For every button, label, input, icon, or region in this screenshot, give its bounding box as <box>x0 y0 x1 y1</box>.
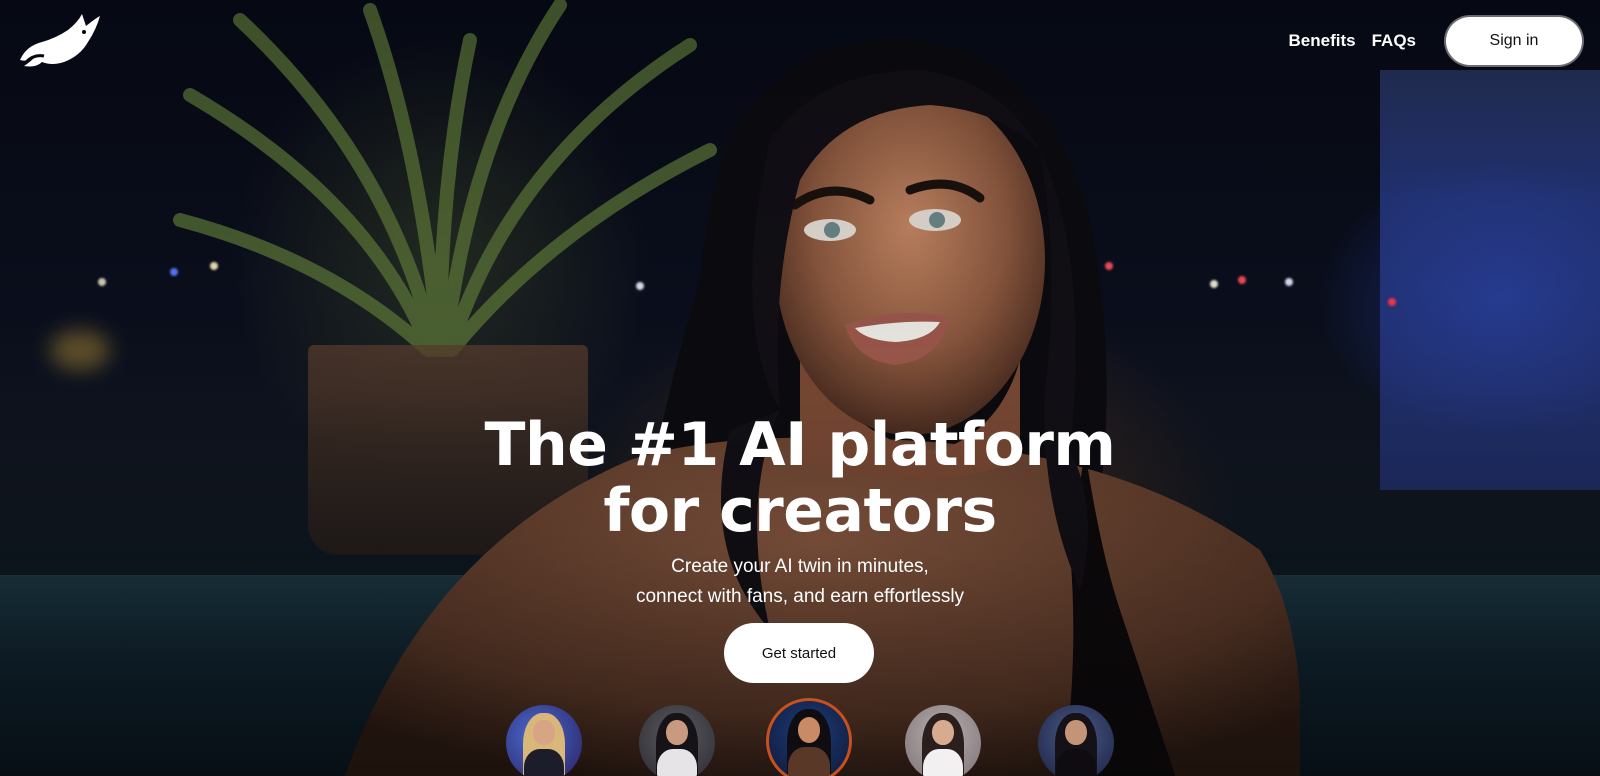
hero-section: Benefits FAQs Sign in The #1 AI platform… <box>0 0 1600 776</box>
creator-avatar[interactable] <box>506 705 582 776</box>
sign-in-button[interactable]: Sign in <box>1446 17 1582 65</box>
creator-avatar[interactable] <box>905 705 981 776</box>
creator-avatar-selected[interactable] <box>766 698 852 776</box>
hero-subheadline: Create your AI twin in minutes, connect … <box>0 552 1600 612</box>
fox-logo-icon[interactable] <box>16 12 102 70</box>
get-started-button[interactable]: Get started <box>724 623 874 683</box>
subheadline-line-1: Create your AI twin in minutes, <box>671 556 929 577</box>
nav-link-benefits[interactable]: Benefits <box>1289 31 1356 51</box>
creator-avatar[interactable] <box>639 705 715 776</box>
hero-headline: The #1 AI platform for creators <box>0 412 1600 544</box>
headline-line-1: The #1 AI platform <box>484 410 1116 480</box>
nav-link-faqs[interactable]: FAQs <box>1372 31 1416 51</box>
creator-avatar[interactable] <box>1038 705 1114 776</box>
headline-line-2: for creators <box>603 476 997 546</box>
top-nav: Benefits FAQs Sign in <box>1289 17 1582 65</box>
subheadline-line-2: connect with fans, and earn effortlessly <box>635 586 965 607</box>
